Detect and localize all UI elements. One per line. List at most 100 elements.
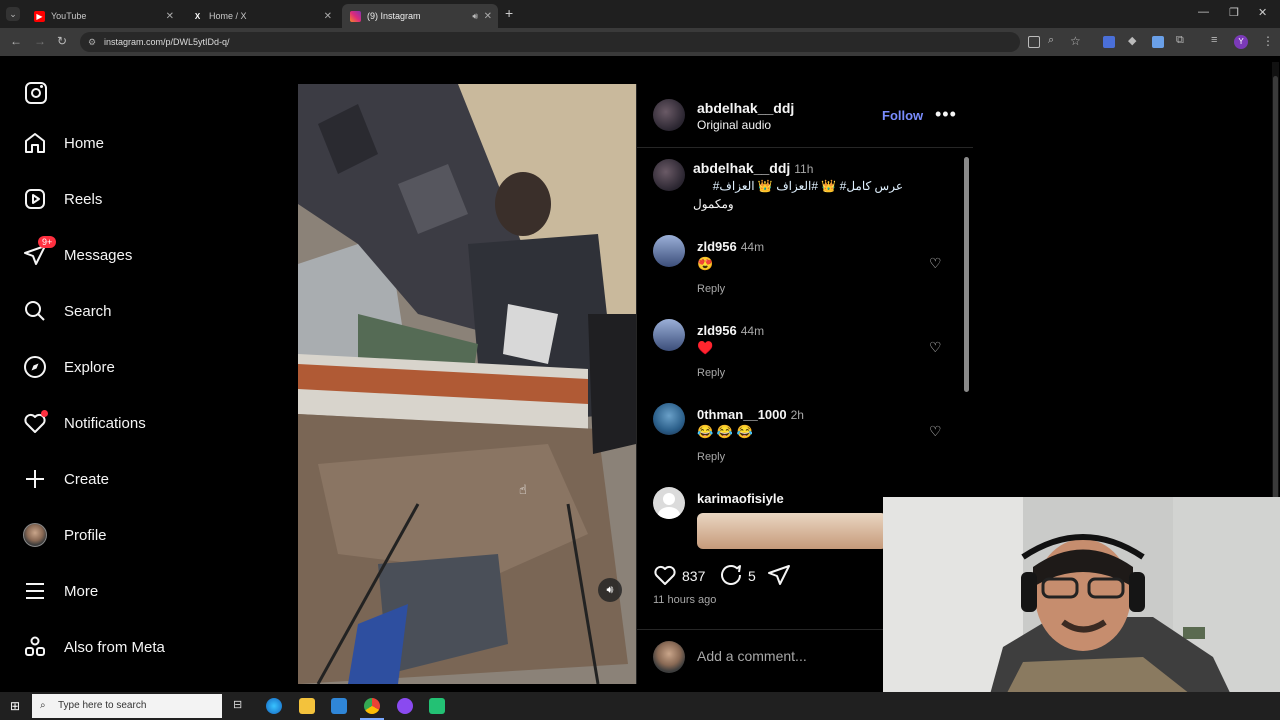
comment-bubble-icon[interactable] — [719, 563, 743, 592]
close-tab-icon[interactable]: ✕ — [324, 11, 332, 22]
app-icon[interactable] — [429, 698, 445, 714]
restore-icon[interactable]: ❐ — [1229, 6, 1239, 19]
comment-image[interactable] — [697, 513, 887, 549]
file-explorer-icon[interactable] — [299, 698, 315, 714]
reading-list-icon[interactable]: ≡ — [1211, 34, 1217, 46]
tab-title: (9) Instagram — [367, 11, 421, 21]
like-count[interactable]: 837 — [682, 568, 705, 584]
instagram-logo-icon[interactable] — [25, 82, 47, 104]
close-tab-icon[interactable]: ✕ — [166, 11, 174, 22]
chrome-icon[interactable] — [364, 698, 380, 714]
translate-extension-icon[interactable] — [1103, 36, 1115, 48]
commenter-avatar[interactable] — [653, 487, 685, 519]
meta-icon — [22, 634, 48, 660]
comment-username[interactable]: 0thman__1000 2h — [697, 407, 804, 422]
extension-image-icon[interactable] — [1152, 36, 1164, 48]
sidebar-item-profile[interactable]: Profile — [22, 520, 107, 550]
browser-tab-bar: ⌄ ▶ YouTube ✕ X Home / X ✕ (9) Instagram… — [0, 0, 1280, 28]
store-icon[interactable] — [331, 698, 347, 714]
add-comment-input[interactable]: Add a comment... — [697, 648, 807, 664]
address-bar[interactable]: ⚙︎ instagram.com/p/DWL5ytIDd-q/ — [80, 32, 1020, 52]
reply-button[interactable]: Reply — [697, 367, 725, 379]
like-heart-icon[interactable] — [653, 563, 677, 592]
reply-button[interactable]: Reply — [697, 451, 725, 463]
comment-user-text: zld956 — [697, 239, 737, 254]
sidebar-item-messages[interactable]: 9+ Messages — [22, 236, 132, 270]
sidebar-item-notifications[interactable]: Notifications — [22, 408, 146, 438]
obs-icon[interactable] — [397, 698, 413, 714]
bookmark-star-icon[interactable]: ☆ — [1070, 34, 1081, 48]
follow-button[interactable]: Follow — [882, 108, 923, 123]
audio-playing-icon[interactable]: 🔊︎ — [472, 11, 478, 22]
comment-username[interactable]: karimaofisiyle — [697, 491, 784, 506]
author-username[interactable]: abdelhak__ddj — [697, 100, 794, 116]
sidebar-item-label: Profile — [64, 526, 107, 544]
sidebar-item-create[interactable]: Create — [22, 464, 109, 494]
sidebar-item-explore[interactable]: Explore — [22, 352, 115, 382]
tab-list-button[interactable]: ⌄ — [6, 7, 20, 21]
author-avatar[interactable] — [653, 99, 685, 131]
tab-x[interactable]: X Home / X ✕ — [184, 4, 338, 28]
commenter-avatar[interactable] — [653, 319, 685, 351]
comment-text: ♥️ — [697, 340, 714, 355]
sidebar-item-search[interactable]: Search — [22, 296, 112, 326]
cast-icon[interactable] — [1028, 36, 1040, 48]
post-header: abdelhak__ddj Original audio Follow ••• — [637, 84, 973, 148]
task-view-icon[interactable]: ⊟ — [233, 698, 242, 711]
extensions-puzzle-icon[interactable]: ⧉ — [1176, 34, 1184, 47]
caption-line: عرس كامل# 👑 #العزاف 👑 العزاف# — [712, 179, 903, 193]
mute-toggle-button[interactable]: 🔊︎ — [598, 578, 622, 602]
comment-time: 44m — [740, 240, 765, 254]
search-icon: ⌕ — [40, 700, 46, 711]
messages-badge: 9+ — [38, 236, 57, 248]
sidebar-item-more[interactable]: More — [22, 576, 98, 606]
tab-title: Home / X — [209, 11, 247, 21]
more-options-icon[interactable]: ••• — [935, 104, 957, 125]
reply-button[interactable]: Reply — [697, 283, 725, 295]
minimize-icon[interactable]: — — [1198, 6, 1209, 18]
comments-scrollbar[interactable] — [964, 157, 969, 392]
sidebar-item-home[interactable]: Home — [22, 128, 104, 158]
post-video[interactable]: 🔊︎ ☝︎ — [298, 84, 636, 684]
like-comment-heart-icon[interactable]: ♡ — [929, 255, 942, 272]
caption-username[interactable]: abdelhak__ddj 11h — [693, 160, 813, 176]
caption-user-text: abdelhak__ddj — [693, 160, 791, 176]
close-tab-icon[interactable]: ✕ — [484, 11, 492, 22]
sidebar-item-label: Home — [64, 134, 105, 152]
site-info-icon[interactable]: ⚙︎ — [88, 32, 96, 52]
profile-avatar-icon[interactable]: Y — [1234, 35, 1248, 49]
comment-username[interactable]: zld956 44m — [697, 323, 764, 338]
taskbar-search-input[interactable]: ⌕ Type here to search — [32, 694, 222, 718]
author-avatar[interactable] — [653, 159, 685, 191]
like-comment-heart-icon[interactable]: ♡ — [929, 339, 942, 356]
tab-instagram[interactable]: (9) Instagram 🔊︎ ✕ — [342, 4, 498, 28]
commenter-avatar[interactable] — [653, 235, 685, 267]
close-window-icon[interactable]: ✕ — [1258, 6, 1267, 19]
tab-youtube[interactable]: ▶ YouTube ✕ — [26, 4, 180, 28]
new-tab-button[interactable]: + — [505, 5, 513, 21]
comment-username[interactable]: zld956 44m — [697, 239, 764, 254]
comment-user-text: 0thman__1000 — [697, 407, 787, 422]
browser-menu-icon[interactable]: ⋮ — [1262, 34, 1274, 48]
share-icon[interactable] — [767, 563, 791, 592]
commenter-avatar[interactable] — [653, 403, 685, 435]
caption-time: 11h — [794, 162, 814, 176]
zoom-icon[interactable]: ⌕ — [1048, 34, 1054, 47]
sidebar-item-also-from-meta[interactable]: Also from Meta — [22, 632, 165, 662]
x-logo-icon: X — [194, 11, 201, 21]
comment-text: 😂 😂 😂 — [697, 424, 753, 439]
sidebar-item-reels[interactable]: Reels — [22, 184, 102, 214]
edge-icon[interactable] — [266, 698, 282, 714]
reels-icon — [22, 186, 48, 212]
sidebar-item-label: More — [64, 582, 99, 600]
home-icon — [22, 130, 48, 156]
audio-label[interactable]: Original audio — [697, 118, 771, 132]
extension-diamond-icon[interactable]: ◆ — [1128, 34, 1136, 47]
windows-start-icon[interactable]: ⊞ — [10, 699, 20, 713]
url-text: instagram.com/p/DWL5ytIDd-q/ — [104, 37, 230, 47]
reload-icon[interactable]: ↻ — [57, 34, 67, 48]
like-comment-heart-icon[interactable]: ♡ — [929, 423, 942, 440]
forward-icon[interactable]: → — [34, 34, 46, 48]
back-icon[interactable]: ← — [10, 34, 22, 48]
instagram-sidebar: Home Reels 9+ Messages Search Explore No… — [0, 56, 260, 692]
